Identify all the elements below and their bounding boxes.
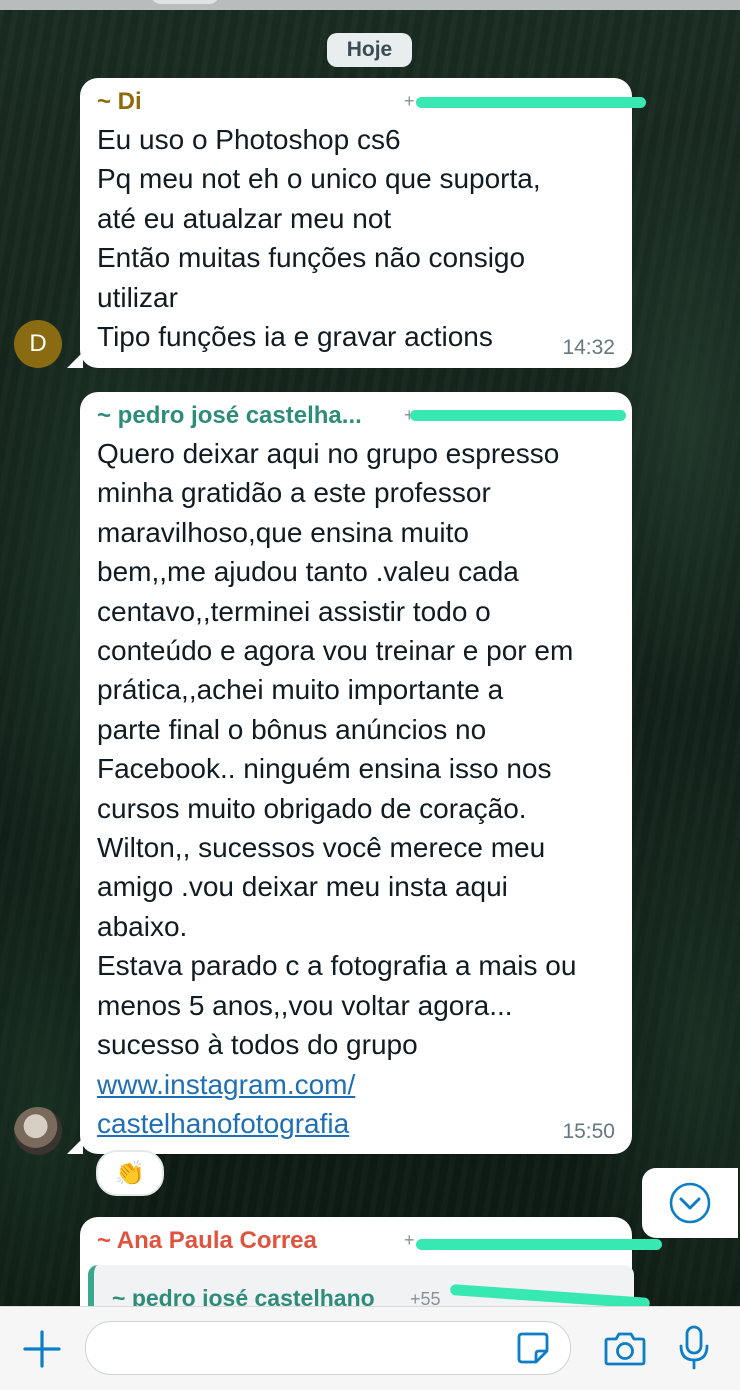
message-line: Eu uso o Photoshop cs6 <box>97 124 401 155</box>
sender-name[interactable]: ~ pedro josé castelha... <box>97 402 362 430</box>
message-line: bem,,me ajudou tanto .valeu cada <box>97 556 519 588</box>
message-line: menos 5 anos,,vou voltar agora... <box>97 989 513 1021</box>
instagram-link[interactable]: www.instagram.com/ <box>97 1065 576 1104</box>
message-line: prática,,achei muito importante a <box>97 674 504 706</box>
avatar[interactable] <box>14 1107 62 1155</box>
message-line: minha gratidão a este professor <box>97 477 491 509</box>
redaction-mark <box>416 97 646 108</box>
camera-icon[interactable] <box>604 1329 646 1367</box>
message-line: Tipo funções ia e gravar actions <box>97 321 493 353</box>
composer-bar <box>0 1306 740 1390</box>
message-line: cursos muito obrigado de coração. <box>97 792 527 824</box>
sender-phone: + <box>404 1230 415 1250</box>
message-line: Pq meu not eh o unico que suporta, <box>97 163 541 195</box>
top-edge <box>0 0 740 10</box>
message-line: até eu atualzar meu not <box>97 202 392 234</box>
bubble-tail <box>67 1138 83 1154</box>
message-line: Wilton,, sucessos você merece meu <box>97 832 546 864</box>
message-line: utilizar <box>97 281 178 313</box>
plus-icon[interactable] <box>22 1329 62 1369</box>
message-text: Eu uso o Photoshop cs6 Pq meu not eh o u… <box>97 120 541 356</box>
message-line: Quero deixar aqui no grupo espresso <box>97 438 560 469</box>
top-pill <box>150 0 220 4</box>
message-line: abaixo. <box>97 910 188 942</box>
message-line: Facebook.. ninguém ensina isso nos <box>97 753 552 785</box>
message-line: maravilhoso,que ensina muito <box>97 516 469 548</box>
avatar-initial: D <box>29 330 47 357</box>
sender-phone: + <box>404 91 415 111</box>
message-time: 15:50 <box>562 1120 615 1143</box>
scroll-to-bottom-button[interactable] <box>642 1168 738 1238</box>
bubble-tail <box>67 352 83 368</box>
message-line: centavo,,terminei assistir todo o <box>97 595 491 627</box>
message-line: parte final o bônus anúncios no <box>97 713 487 745</box>
avatar[interactable]: D <box>14 320 62 368</box>
reaction-badge[interactable]: 👏 <box>96 1150 164 1196</box>
message-line: conteúdo e agora vou treinar e por em <box>97 635 574 667</box>
message-line: Estava parado c a fotografia a mais ou <box>97 950 577 982</box>
message-line: Então muitas funções não consigo <box>97 242 526 274</box>
sticker-icon[interactable] <box>516 1331 550 1365</box>
message-bubble[interactable]: ~ Di + Eu uso o Photoshop cs6 Pq meu not… <box>67 78 646 368</box>
clap-emoji: 👏 <box>115 1159 145 1187</box>
message-bubble[interactable]: ~ pedro josé castelha... + Quero deixar … <box>67 392 632 1154</box>
message-input[interactable] <box>85 1321 571 1375</box>
message-line: amigo .vou deixar meu insta aqui <box>97 871 508 903</box>
message-text: Quero deixar aqui no grupo espresso minh… <box>97 434 576 1143</box>
date-divider: Hoje <box>327 33 412 67</box>
microphone-icon[interactable] <box>678 1325 710 1371</box>
sender-name[interactable]: ~ Di <box>97 88 142 116</box>
message-time: 14:32 <box>562 336 615 359</box>
instagram-link[interactable]: castelhanofotografia <box>97 1104 576 1143</box>
redaction-mark <box>410 410 626 421</box>
message-line: sucesso à todos do grupo <box>97 1029 418 1061</box>
chevron-down-circle-icon <box>669 1182 711 1224</box>
redaction-mark <box>416 1239 662 1250</box>
sender-name[interactable]: ~ Ana Paula Correa <box>97 1227 317 1255</box>
